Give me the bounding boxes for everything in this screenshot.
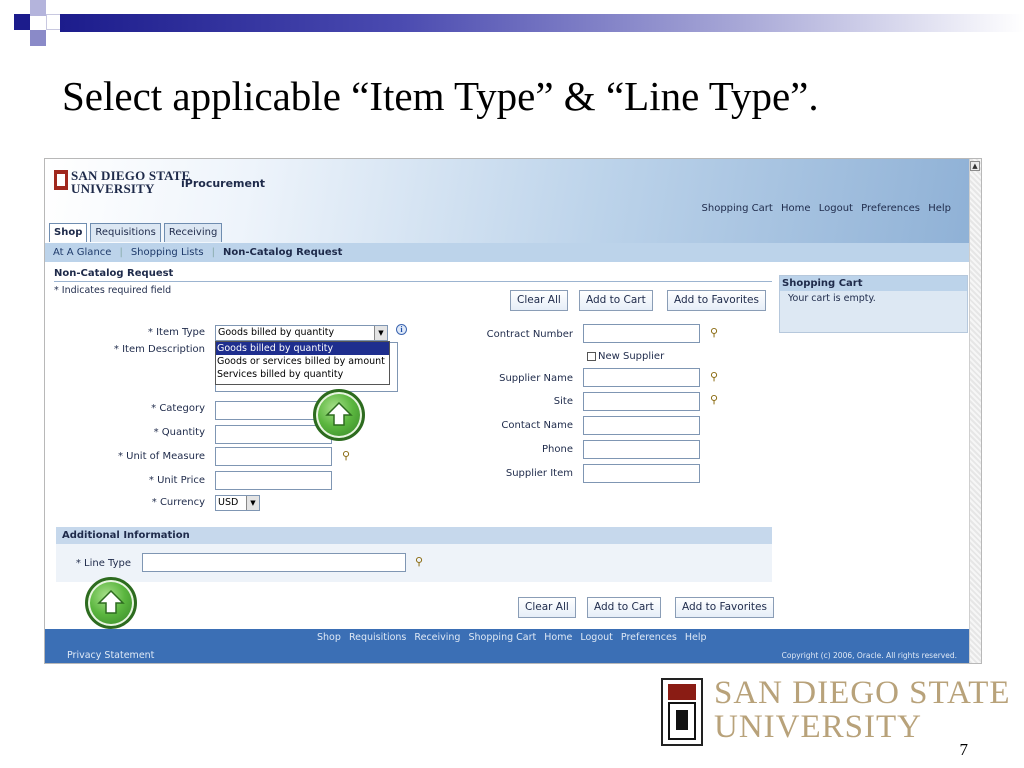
subnav-at-a-glance[interactable]: At A Glance [53, 247, 111, 258]
add-to-favorites-button-bottom[interactable]: Add to Favorites [675, 597, 774, 618]
privacy-statement-link[interactable]: Privacy Statement [67, 650, 154, 661]
clear-all-button-bottom[interactable]: Clear All [518, 597, 576, 618]
tab-requisitions[interactable]: Requisitions [90, 223, 161, 242]
search-icon[interactable]: ⚲ [415, 555, 423, 568]
item-description-label: * Item Description [113, 344, 205, 355]
item-type-option[interactable]: Goods billed by quantity [216, 342, 389, 355]
supplier-item-label: Supplier Item [505, 468, 573, 479]
tab-shop[interactable]: Shop [49, 223, 88, 242]
phone-label: Phone [542, 444, 573, 455]
clear-all-button[interactable]: Clear All [510, 290, 568, 311]
link-preferences[interactable]: Preferences [861, 203, 920, 214]
footer-link-shop[interactable]: Shop [317, 632, 341, 643]
copyright-text: Copyright (c) 2006, Oracle. All rights r… [781, 651, 957, 660]
slide-page-number: 7 [959, 740, 969, 759]
global-links: Shopping Cart Home Logout Preferences He… [697, 203, 951, 214]
sdsu-emblem-icon [661, 678, 703, 746]
required-field-note: * Indicates required field [54, 285, 172, 296]
add-to-cart-button[interactable]: Add to Cart [579, 290, 653, 311]
dropdown-arrow-icon: ▼ [374, 326, 387, 340]
footer-link-logout[interactable]: Logout [580, 632, 613, 643]
quantity-input[interactable] [215, 425, 332, 444]
supplier-item-input[interactable] [583, 464, 700, 483]
tab-receiving[interactable]: Receiving [163, 223, 223, 242]
link-shopping-cart[interactable]: Shopping Cart [702, 203, 773, 214]
info-icon[interactable]: i [396, 324, 407, 335]
phone-input[interactable] [583, 440, 700, 459]
new-supplier-checkbox[interactable] [587, 352, 596, 361]
app-name: iProcurement [181, 177, 266, 190]
unit-price-label: * Unit Price [148, 475, 205, 486]
site-input[interactable] [583, 392, 700, 411]
add-to-cart-button-bottom[interactable]: Add to Cart [587, 597, 661, 618]
subnav-shopping-lists[interactable]: Shopping Lists [131, 247, 204, 258]
contact-name-label: Contact Name [501, 420, 573, 431]
currency-select[interactable]: USD ▼ [215, 495, 260, 511]
link-home[interactable]: Home [781, 203, 811, 214]
search-icon[interactable]: ⚲ [710, 393, 718, 406]
footer-link-receiving[interactable]: Receiving [414, 632, 460, 643]
shopping-cart-title: Shopping Cart [780, 276, 967, 291]
unit-price-input[interactable] [215, 471, 332, 490]
vertical-scrollbar[interactable]: ▲ [969, 159, 981, 663]
sub-navigation: At A Glance | Shopping Lists | Non-Catalog R… [45, 243, 971, 262]
shopping-cart-panel: Shopping Cart Your cart is empty. [779, 275, 968, 333]
iprocurement-screenshot: SAN DIEGO STATE UNIVERSITY iProcurement … [44, 158, 982, 664]
search-icon[interactable]: ⚲ [710, 370, 718, 383]
cart-empty-message: Your cart is empty. [788, 293, 876, 304]
app-logo: SAN DIEGO STATE UNIVERSITY [71, 168, 191, 196]
contact-name-input[interactable] [583, 416, 700, 435]
footer-link-home[interactable]: Home [544, 632, 572, 643]
quantity-label: * Quantity [153, 427, 205, 438]
currency-label: * Currency [151, 497, 205, 508]
site-label: Site [553, 396, 573, 407]
slide-header-bar [60, 14, 1024, 32]
unit-of-measure-label: * Unit of Measure [117, 451, 205, 462]
search-icon[interactable]: ⚲ [342, 449, 350, 462]
item-type-label: * Item Type [147, 327, 205, 338]
section-divider [54, 281, 772, 282]
link-help[interactable]: Help [928, 203, 951, 214]
footer-link-help[interactable]: Help [685, 632, 707, 643]
category-label: * Category [151, 403, 205, 414]
app-header: SAN DIEGO STATE UNIVERSITY iProcurement … [45, 159, 971, 243]
sdsu-emblem-icon [54, 170, 68, 190]
up-arrow-callout-icon [85, 577, 137, 629]
add-to-favorites-button[interactable]: Add to Favorites [667, 290, 766, 311]
additional-information-header: Additional Information [56, 527, 772, 544]
line-type-label: * Line Type [75, 558, 131, 569]
footer-links: Shop Requisitions Receiving Shopping Car… [317, 632, 712, 643]
sdsu-logo: SAN DIEGO STATE UNIVERSITY [714, 675, 1011, 745]
section-title: Non-Catalog Request [54, 268, 174, 279]
up-arrow-callout-icon [313, 389, 365, 441]
scroll-up-arrow-icon[interactable]: ▲ [970, 161, 980, 171]
link-logout[interactable]: Logout [819, 203, 853, 214]
new-supplier-label: New Supplier [598, 351, 665, 362]
tab-bar: Shop Requisitions Receiving [49, 223, 225, 242]
app-footer: Shop Requisitions Receiving Shopping Car… [45, 629, 971, 663]
supplier-name-input[interactable] [583, 368, 700, 387]
contract-number-input[interactable] [583, 324, 700, 343]
contract-number-label: Contract Number [486, 329, 573, 340]
slide-title: Select applicable “Item Type” & “Line Ty… [62, 73, 819, 119]
item-type-dropdown-list: Goods billed by quantity Goods or servic… [215, 341, 390, 385]
dropdown-arrow-icon: ▼ [246, 496, 259, 510]
unit-of-measure-input[interactable] [215, 447, 332, 466]
item-type-option[interactable]: Services billed by quantity [216, 368, 389, 381]
item-type-select[interactable]: Goods billed by quantity ▼ [215, 325, 388, 341]
supplier-name-label: Supplier Name [499, 373, 573, 384]
footer-link-requisitions[interactable]: Requisitions [349, 632, 406, 643]
footer-link-preferences[interactable]: Preferences [621, 632, 677, 643]
line-type-input[interactable] [142, 553, 406, 572]
footer-link-shopping-cart[interactable]: Shopping Cart [469, 632, 537, 643]
subnav-non-catalog-request[interactable]: Non-Catalog Request [223, 247, 342, 258]
search-icon[interactable]: ⚲ [710, 326, 718, 339]
item-type-option[interactable]: Goods or services billed by amount [216, 355, 389, 368]
